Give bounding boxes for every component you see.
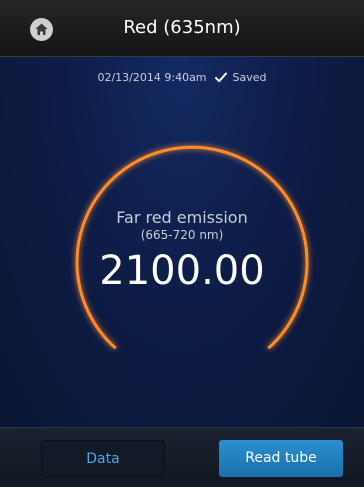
measurement-panel: 02/13/2014 9:40am Saved Far red emission… — [0, 57, 364, 427]
footer-bar: Data Read tube — [0, 427, 364, 487]
measurement-value: 2100.00 — [99, 248, 265, 294]
fluorometer-screen: Red (635nm) 02/13/2014 9:40am Saved Far … — [0, 0, 364, 487]
header-bar: Red (635nm) — [0, 0, 364, 57]
measurement-range: (665-720 nm) — [140, 228, 224, 242]
data-button[interactable]: Data — [41, 440, 165, 477]
read-tube-button[interactable]: Read tube — [219, 440, 343, 477]
page-title: Red (635nm) — [123, 17, 241, 38]
measurement-label: Far red emission — [116, 208, 248, 227]
emission-gauge — [75, 145, 309, 349]
